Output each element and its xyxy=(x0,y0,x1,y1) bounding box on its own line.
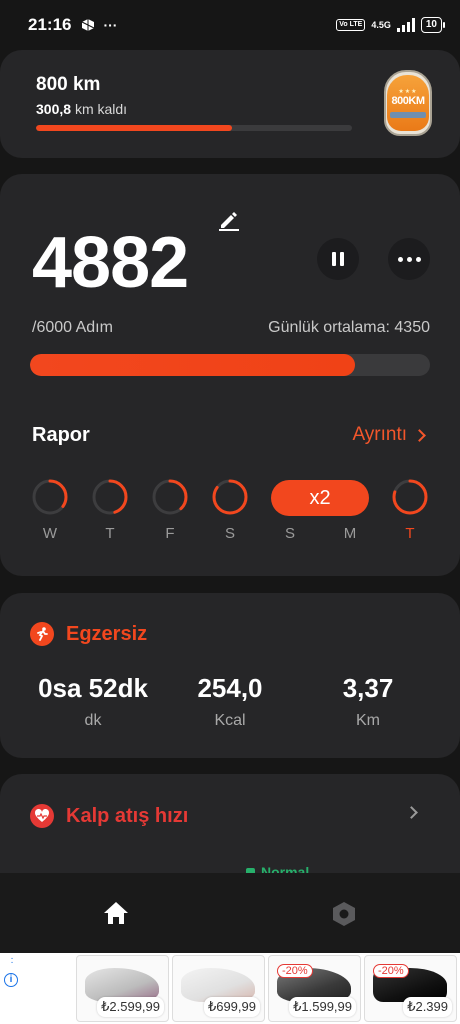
ad-info-icon[interactable]: · · i xyxy=(4,954,20,987)
heart-rate-icon xyxy=(30,804,54,828)
exercise-title: Egzersiz xyxy=(66,622,148,645)
network-type: 4.5G xyxy=(371,20,391,30)
day-ring[interactable]: T xyxy=(90,478,130,542)
goal-remaining-suffix: km kaldı xyxy=(74,101,128,117)
report-title: Rapor xyxy=(32,424,90,446)
edit-icon[interactable] xyxy=(217,208,241,232)
badge-stars-icon: ★★★ xyxy=(398,89,418,95)
goal-progress-fill xyxy=(36,125,232,131)
goal-remaining-value: 300,8 xyxy=(36,101,72,117)
metric-unit: Kcal xyxy=(214,712,246,729)
status-time: 21:16 xyxy=(28,15,72,34)
notification-app-icon xyxy=(82,19,95,31)
day-progress-ring xyxy=(92,479,128,515)
daily-average: Günlük ortalama: 4350 xyxy=(268,319,430,336)
heart-rate-header: Kalp atış hızı xyxy=(30,804,188,828)
ad-product[interactable]: -20% ₺1.599,99 xyxy=(268,955,361,1022)
badge-text: 800KM xyxy=(391,95,425,107)
details-link-label: Ayrıntı xyxy=(352,424,407,445)
step-goal: /6000 Adım xyxy=(32,319,113,336)
ad-price: ₺1.599,99 xyxy=(289,997,356,1017)
goal-progress-bar xyxy=(36,125,352,131)
day-label: T xyxy=(405,525,415,542)
day-label: M xyxy=(343,525,357,542)
details-link[interactable]: Ayrıntı xyxy=(352,424,426,446)
day-label: W xyxy=(42,525,58,542)
metric-value: 254,0 xyxy=(197,673,263,703)
metric-value: 3,37 xyxy=(342,673,394,703)
pause-button[interactable] xyxy=(317,238,359,280)
day-progress-ring xyxy=(392,479,428,515)
bottom-nav xyxy=(0,873,460,953)
metric-calories: 254,0 Kcal xyxy=(175,673,285,730)
metric-value: 0sa 52dk xyxy=(38,673,148,703)
ad-product[interactable]: -20% ₺2.399 xyxy=(364,955,457,1022)
metric-unit: dk xyxy=(84,712,102,729)
distance-goal-card[interactable]: 800 km 300,8 km kaldı ★★★ 800KM xyxy=(0,50,460,158)
step-count: 4882 xyxy=(32,223,189,303)
ad-banner[interactable]: · · i ₺2.599,99 ₺699,99 -20% ₺1.599,99 -20%… xyxy=(0,953,460,1024)
more-icon xyxy=(397,256,421,262)
exercise-card[interactable]: Egzersiz 0sa 52dk dk 254,0 Kcal 3,37 Km xyxy=(0,593,460,758)
chevron-right-icon[interactable] xyxy=(405,806,418,819)
day-progress-ring xyxy=(152,479,188,515)
goal-title: 800 km xyxy=(36,74,101,95)
day-ring[interactable]: M xyxy=(330,478,370,542)
hexagon-settings-icon[interactable] xyxy=(330,900,358,928)
day-progress-ring xyxy=(212,479,248,515)
more-notifications-icon: ··· xyxy=(103,17,118,33)
home-icon[interactable] xyxy=(102,900,130,926)
exercise-header: Egzersiz xyxy=(30,622,147,646)
day-progress-ring xyxy=(32,479,68,515)
day-label: S xyxy=(284,525,295,542)
goal-badge[interactable]: ★★★ 800KM xyxy=(384,70,432,136)
chevron-right-icon xyxy=(413,428,426,442)
day-label: T xyxy=(105,525,115,542)
metric-distance: 3,37 Km xyxy=(320,673,416,730)
ad-product[interactable]: ₺699,99 xyxy=(172,955,265,1022)
pause-icon xyxy=(332,252,344,266)
badge-ribbon xyxy=(390,112,426,118)
signal-icon xyxy=(396,18,415,32)
discount-badge: -20% xyxy=(373,964,409,978)
ad-price: ₺699,99 xyxy=(203,997,260,1017)
step-progress-fill xyxy=(30,354,356,376)
day-label: F xyxy=(165,525,175,542)
heart-rate-title: Kalp atış hızı xyxy=(66,804,189,827)
status-bar: 21:16 ··· Vo LTE 4.5G 10 xyxy=(0,0,460,50)
day-ring[interactable]: F xyxy=(150,478,190,542)
ad-product[interactable]: ₺2.599,99 xyxy=(76,955,169,1022)
day-ring[interactable]: S xyxy=(210,478,250,542)
running-icon xyxy=(30,622,54,646)
more-options-button[interactable] xyxy=(388,238,430,280)
step-progress-bar xyxy=(30,354,430,376)
discount-badge: -20% xyxy=(277,964,313,978)
goal-remaining: 300,8 km kaldı xyxy=(36,101,127,117)
day-ring-today[interactable]: T xyxy=(390,478,430,542)
day-ring[interactable]: W xyxy=(30,478,70,542)
day-label: S xyxy=(224,525,235,542)
steps-card: 4882 /6000 Adım Günlük ortalama: 4350 Ra… xyxy=(0,174,460,576)
volte-icon: Vo LTE xyxy=(336,19,366,31)
ad-price: ₺2.399 xyxy=(403,997,452,1017)
battery-icon: 10 xyxy=(420,17,446,33)
metric-duration: 0sa 52dk dk xyxy=(28,673,158,730)
metric-unit: Km xyxy=(356,712,380,729)
ad-price: ₺2.599,99 xyxy=(97,997,164,1017)
